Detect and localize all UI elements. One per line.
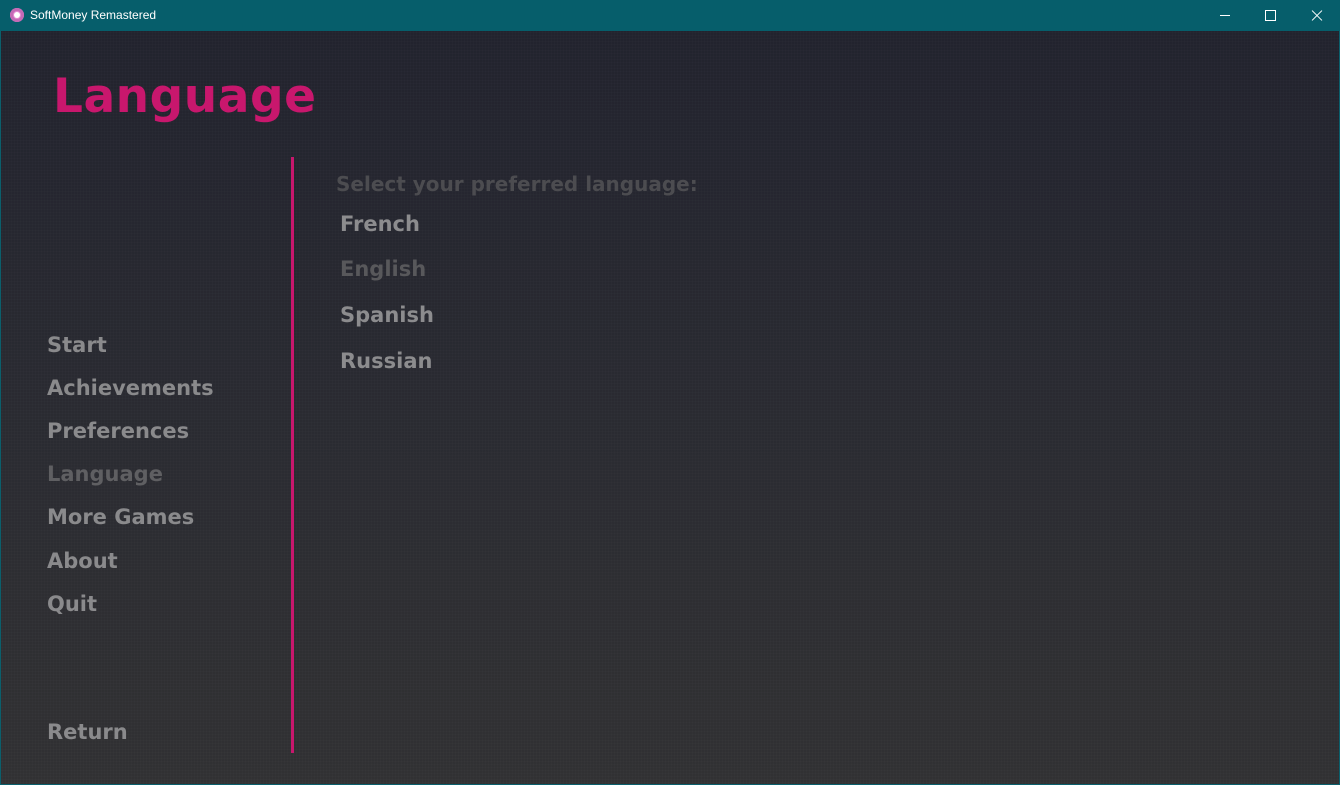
title-bar[interactable]: SoftMoney Remastered (0, 0, 1340, 31)
menu-item-preferences[interactable]: Preferences (47, 419, 189, 443)
menu-item-language[interactable]: Language (47, 462, 163, 486)
language-option-spanish[interactable]: Spanish (340, 303, 434, 327)
screen-title: Language (53, 69, 317, 124)
return-button[interactable]: Return (47, 720, 128, 744)
maximize-button[interactable] (1248, 0, 1294, 31)
game-canvas: Language Start Achievements Preferences … (1, 31, 1339, 784)
language-option-english[interactable]: English (340, 257, 426, 281)
window-title: SoftMoney Remastered (30, 8, 157, 22)
menu-item-more-games[interactable]: More Games (47, 505, 194, 529)
app-icon (10, 8, 24, 22)
close-button[interactable] (1294, 0, 1340, 31)
menu-item-quit[interactable]: Quit (47, 592, 97, 616)
menu-item-about[interactable]: About (47, 549, 118, 573)
menu-item-achievements[interactable]: Achievements (47, 376, 214, 400)
app-window: SoftMoney Remastered Language Start Achi… (0, 0, 1340, 785)
menu-item-start[interactable]: Start (47, 333, 107, 357)
language-prompt: Select your preferred language: (336, 172, 698, 196)
language-option-french[interactable]: French (340, 212, 420, 236)
menu-divider (291, 157, 294, 753)
language-option-russian[interactable]: Russian (340, 349, 432, 373)
minimize-button[interactable] (1202, 0, 1248, 31)
